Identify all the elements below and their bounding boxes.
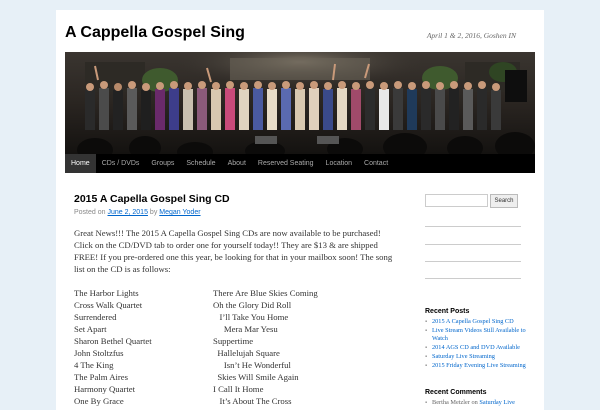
- song-artist: Set Apart: [74, 324, 107, 334]
- site-title[interactable]: A Cappella Gospel Sing: [65, 24, 245, 42]
- song-artist: The Harbor Lights: [74, 288, 139, 298]
- nav-contact[interactable]: Contact: [358, 154, 394, 173]
- song-title: Suppertime: [213, 336, 254, 346]
- song-title: Oh the Glory Did Roll: [213, 300, 292, 310]
- main-navigation: Home CDs / DVDs Groups Schedule About Re…: [65, 154, 535, 173]
- meta-prefix: Posted on: [74, 209, 106, 216]
- post-author-link[interactable]: Megan Yoder: [159, 209, 200, 216]
- nav-cds-dvds[interactable]: CDs / DVDs: [96, 154, 146, 173]
- site-description: April 1 & 2, 2016, Goshen IN: [426, 31, 516, 40]
- search-button[interactable]: Search: [490, 194, 518, 208]
- comment-post-link[interactable]: Saturday Live: [479, 399, 515, 406]
- song-artist: John Stoltzfus: [74, 348, 124, 358]
- nav-reserved-seating[interactable]: Reserved Seating: [252, 154, 320, 173]
- widget-divider: [425, 244, 521, 245]
- nav-home[interactable]: Home: [65, 154, 96, 173]
- recent-comment: Bertha Metzler on Saturday Live: [425, 399, 529, 408]
- post-content: 2015 A Capella Gospel Sing CD Posted on …: [74, 192, 394, 406]
- comment-author: Bertha Metzler: [432, 399, 470, 406]
- song-title: Hallelujah Square: [213, 348, 280, 358]
- nav-groups[interactable]: Groups: [145, 154, 180, 173]
- song-title: I Call It Home: [213, 384, 264, 394]
- song-artist: One By Grace: [74, 396, 124, 406]
- song-title: It’s About The Cross: [213, 396, 292, 406]
- recent-post-link[interactable]: 2015 A Capella Gospel Sing CD: [425, 318, 529, 327]
- widget-divider: [425, 226, 521, 227]
- song-artist: Sharon Bethel Quartet: [74, 336, 152, 346]
- post-title[interactable]: 2015 A Capella Gospel Sing CD: [74, 192, 394, 206]
- nav-about[interactable]: About: [222, 154, 252, 173]
- post-body: Great News!!! The 2015 A Capella Gospel …: [74, 228, 393, 274]
- song-title: Skies Will Smile Again: [213, 372, 299, 382]
- song-title: Mera Mar Yesu: [213, 324, 278, 334]
- recent-post-link[interactable]: Saturday Live Streaming: [425, 353, 529, 362]
- page-wrapper: A Cappella Gospel Sing April 1 & 2, 2016…: [56, 10, 544, 410]
- song-artist: 4 The King: [74, 360, 114, 370]
- post-date-link[interactable]: June 2, 2015: [107, 209, 147, 216]
- recent-comments-list: Bertha Metzler on Saturday Live: [425, 399, 529, 408]
- recent-post-link[interactable]: 2015 Friday Evening Live Streaming: [425, 362, 529, 371]
- widget-divider: [425, 261, 521, 262]
- song-artist: The Palm Aires: [74, 372, 129, 382]
- recent-posts-title: Recent Posts: [425, 308, 470, 315]
- widget-divider: [425, 278, 521, 279]
- song-artist: Cross Walk Quartet: [74, 300, 143, 310]
- song-title: I’ll Take You Home: [213, 312, 289, 322]
- nav-schedule[interactable]: Schedule: [180, 154, 221, 173]
- choir-photo: [65, 52, 535, 154]
- song-artist: Harmony Quartet: [74, 384, 136, 394]
- comment-on: on: [471, 399, 478, 406]
- recent-comments-title: Recent Comments: [425, 389, 487, 396]
- song-title: There Are Blue Skies Coming: [213, 288, 318, 298]
- recent-posts-list: 2015 A Capella Gospel Sing CD Live Strea…: [425, 318, 529, 370]
- nav-location[interactable]: Location: [320, 154, 358, 173]
- meta-by: by: [149, 209, 158, 216]
- search-input[interactable]: [425, 194, 488, 207]
- recent-post-link[interactable]: 2014 AGS CD and DVD Available: [425, 344, 529, 353]
- recent-post-link[interactable]: Live Stream Videos Still Available to Wa…: [425, 327, 529, 344]
- header-banner-image: [65, 52, 535, 154]
- song-title: Isn’t He Wonderful: [213, 360, 291, 370]
- post-meta: Posted on June 2, 2015 by Megan Yoder: [74, 208, 394, 218]
- song-artist: Surrendered: [74, 312, 117, 322]
